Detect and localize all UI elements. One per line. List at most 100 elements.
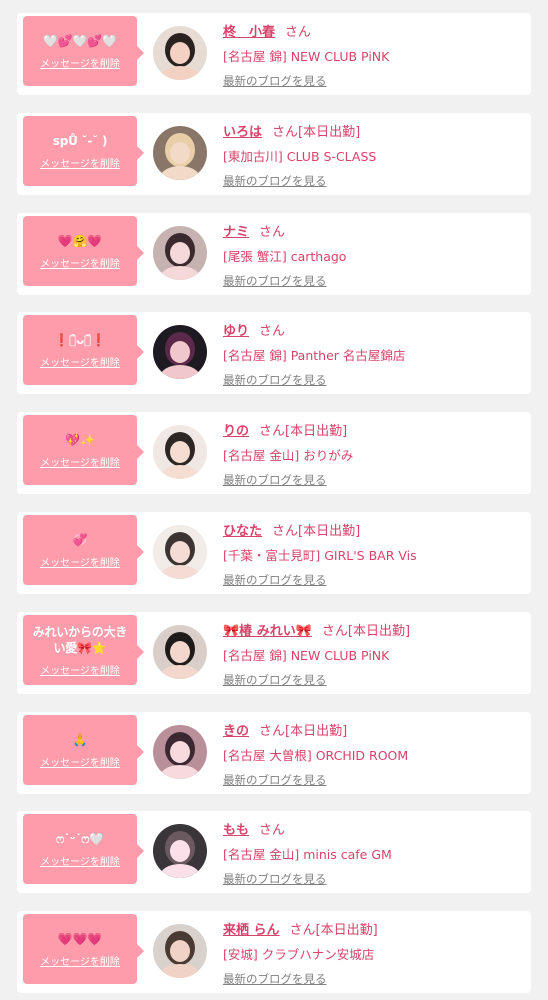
shop-label: [名古屋 大曽根] ORCHID ROOM <box>223 748 409 763</box>
profile-info: きの さん[本日出勤] [名古屋 大曽根] ORCHID ROOM 最新のブログを… <box>223 712 523 788</box>
latest-blog-link[interactable]: 最新のブログを見る <box>223 572 327 588</box>
avatar-image <box>153 226 207 280</box>
avatar-image <box>153 824 207 878</box>
delete-message-link[interactable]: メッセージを削除 <box>40 155 120 170</box>
shop-label: [尾張 蟹江] carthago <box>223 249 347 264</box>
latest-blog-link[interactable]: 最新のブログを見る <box>223 672 327 688</box>
shop-label: [名古屋 錦] NEW CLUB PiNK <box>223 49 390 64</box>
profile-info: いろは さん[本日出勤] [東加古川] CLUB S-CLASS 最新のブログを見… <box>223 113 523 189</box>
message-bubble: ❗️ꈍ̑ᴗꈍ̑❗️ メッセージを削除 <box>23 315 144 385</box>
message-text: 💞 <box>72 532 88 547</box>
avatar[interactable] <box>153 26 207 80</box>
delete-message-link[interactable]: メッセージを削除 <box>40 454 120 469</box>
message-bubble: 🙏 メッセージを削除 <box>23 715 144 785</box>
name-suffix: さん[本日出勤] <box>272 524 361 539</box>
avatar[interactable] <box>153 525 207 579</box>
profile-name-link[interactable]: 来栖 らん <box>223 923 280 938</box>
message-card: ෆ˙ᵕ˙ෆ🤍 メッセージを削除 もも さん [名古屋 金山] minis cafe… <box>17 811 531 893</box>
name-suffix: さん <box>285 25 312 40</box>
latest-blog-link[interactable]: 最新のブログを見る <box>223 871 327 887</box>
message-text: 💗💗💗 <box>57 931 103 946</box>
profile-name-link[interactable]: いろは <box>223 125 262 140</box>
latest-blog-link[interactable]: 最新のブログを見る <box>223 372 327 388</box>
message-text: ❗️ꈍ̑ᴗꈍ̑❗️ <box>54 332 106 347</box>
message-card: spŮ ˘-˘ ) メッセージを削除 いろは さん[本日出勤] [東加古川] CL… <box>17 113 531 195</box>
avatar-image <box>153 924 207 978</box>
delete-message-link[interactable]: メッセージを削除 <box>40 554 120 569</box>
profile-info: もも さん [名古屋 金山] minis cafe GM 最新のブログを見る <box>223 811 523 887</box>
shop-label: [名古屋 錦] Panther 名古屋錦店 <box>223 348 406 363</box>
shop-label: [東加古川] CLUB S-CLASS <box>223 149 377 164</box>
message-card: みれいからの大きい愛🎀⭐️ メッセージを削除 🎀椿 みれい🎀 さん[本日出勤] [… <box>17 612 531 694</box>
avatar-image <box>153 26 207 80</box>
name-suffix: さん <box>259 225 286 240</box>
avatar[interactable] <box>153 924 207 978</box>
latest-blog-link[interactable]: 最新のブログを見る <box>223 472 327 488</box>
profile-info: 🎀椿 みれい🎀 さん[本日出勤] [名古屋 錦] NEW CLUB PiNK 最新… <box>223 612 523 688</box>
avatar[interactable] <box>153 425 207 479</box>
profile-info: りの さん[本日出勤] [名古屋 金山] おりがみ 最新のブログを見る <box>223 412 523 488</box>
delete-message-link[interactable]: メッセージを削除 <box>40 662 120 677</box>
message-bubble: 💗🤗💗 メッセージを削除 <box>23 216 144 286</box>
name-suffix: さん <box>259 823 286 838</box>
profile-name-link[interactable]: ひなた <box>223 524 262 539</box>
message-card: 💗💗💗 メッセージを削除 来栖 らん さん[本日出勤] [安城] クラブハナン安城… <box>17 911 531 993</box>
avatar-image <box>153 625 207 679</box>
delete-message-link[interactable]: メッセージを削除 <box>40 55 120 70</box>
message-text: 💗🤗💗 <box>57 233 103 248</box>
message-text: みれいからの大きい愛🎀⭐️ <box>32 624 128 655</box>
latest-blog-link[interactable]: 最新のブログを見る <box>223 772 327 788</box>
message-text: 💖✨ <box>65 432 95 447</box>
avatar-image <box>153 126 207 180</box>
message-list: 🤍💕🤍💕🤍 メッセージを削除 柊 小春 さん [名古屋 錦] NEW CLUB P… <box>0 0 548 1000</box>
message-bubble: 💖✨ メッセージを削除 <box>23 415 144 485</box>
avatar[interactable] <box>153 725 207 779</box>
profile-name-link[interactable]: きの <box>223 724 249 739</box>
message-bubble: みれいからの大きい愛🎀⭐️ メッセージを削除 <box>23 615 144 685</box>
latest-blog-link[interactable]: 最新のブログを見る <box>223 971 327 987</box>
avatar[interactable] <box>153 325 207 379</box>
profile-info: 柊 小春 さん [名古屋 錦] NEW CLUB PiNK 最新のブログを見る <box>223 13 523 89</box>
latest-blog-link[interactable]: 最新のブログを見る <box>223 173 327 189</box>
avatar-image <box>153 525 207 579</box>
delete-message-link[interactable]: メッセージを削除 <box>40 953 120 968</box>
profile-info: ナミ さん [尾張 蟹江] carthago 最新のブログを見る <box>223 213 523 289</box>
avatar[interactable] <box>153 824 207 878</box>
delete-message-link[interactable]: メッセージを削除 <box>40 853 120 868</box>
profile-name-link[interactable]: ナミ <box>223 225 249 240</box>
message-card: 💗🤗💗 メッセージを削除 ナミ さん [尾張 蟹江] carthago 最新のブロ… <box>17 213 531 295</box>
message-text: ෆ˙ᵕ˙ෆ🤍 <box>56 831 104 846</box>
profile-name-link[interactable]: 柊 小春 <box>223 25 275 40</box>
latest-blog-link[interactable]: 最新のブログを見る <box>223 73 327 89</box>
name-suffix: さん <box>259 324 286 339</box>
delete-message-link[interactable]: メッセージを削除 <box>40 354 120 369</box>
name-suffix: さん[本日出勤] <box>259 424 348 439</box>
profile-info: 来栖 らん さん[本日出勤] [安城] クラブハナン安城店 最新のブログを見る <box>223 911 523 987</box>
shop-label: [名古屋 錦] NEW CLUB PiNK <box>223 648 390 663</box>
shop-label: [名古屋 金山] minis cafe GM <box>223 847 392 862</box>
message-card: 💞 メッセージを削除 ひなた さん[本日出勤] [千葉・富士見町] GIRL'S … <box>17 512 531 594</box>
profile-name-link[interactable]: りの <box>223 424 249 439</box>
profile-name-link[interactable]: もも <box>223 823 249 838</box>
delete-message-link[interactable]: メッセージを削除 <box>40 255 120 270</box>
message-bubble: 💞 メッセージを削除 <box>23 515 144 585</box>
shop-label: [安城] クラブハナン安城店 <box>223 947 375 962</box>
profile-info: ひなた さん[本日出勤] [千葉・富士見町] GIRL'S BAR Vis 最新の… <box>223 512 523 588</box>
message-text: 🙏 <box>72 732 88 747</box>
latest-blog-link[interactable]: 最新のブログを見る <box>223 273 327 289</box>
avatar-image <box>153 425 207 479</box>
delete-message-link[interactable]: メッセージを削除 <box>40 754 120 769</box>
avatar-image <box>153 325 207 379</box>
message-card: 💖✨ メッセージを削除 りの さん[本日出勤] [名古屋 金山] おりがみ 最新の… <box>17 412 531 494</box>
name-suffix: さん[本日出勤] <box>289 923 378 938</box>
message-text: spŮ ˘-˘ ) <box>52 133 108 148</box>
message-bubble: 🤍💕🤍💕🤍 メッセージを削除 <box>23 16 144 86</box>
profile-name-link[interactable]: ゆり <box>223 324 249 339</box>
message-bubble: spŮ ˘-˘ ) メッセージを削除 <box>23 116 144 186</box>
profile-name-link[interactable]: 🎀椿 みれい🎀 <box>223 624 312 639</box>
avatar[interactable] <box>153 226 207 280</box>
profile-info: ゆり さん [名古屋 錦] Panther 名古屋錦店 最新のブログを見る <box>223 312 523 388</box>
avatar[interactable] <box>153 126 207 180</box>
name-suffix: さん[本日出勤] <box>272 125 361 140</box>
avatar[interactable] <box>153 625 207 679</box>
